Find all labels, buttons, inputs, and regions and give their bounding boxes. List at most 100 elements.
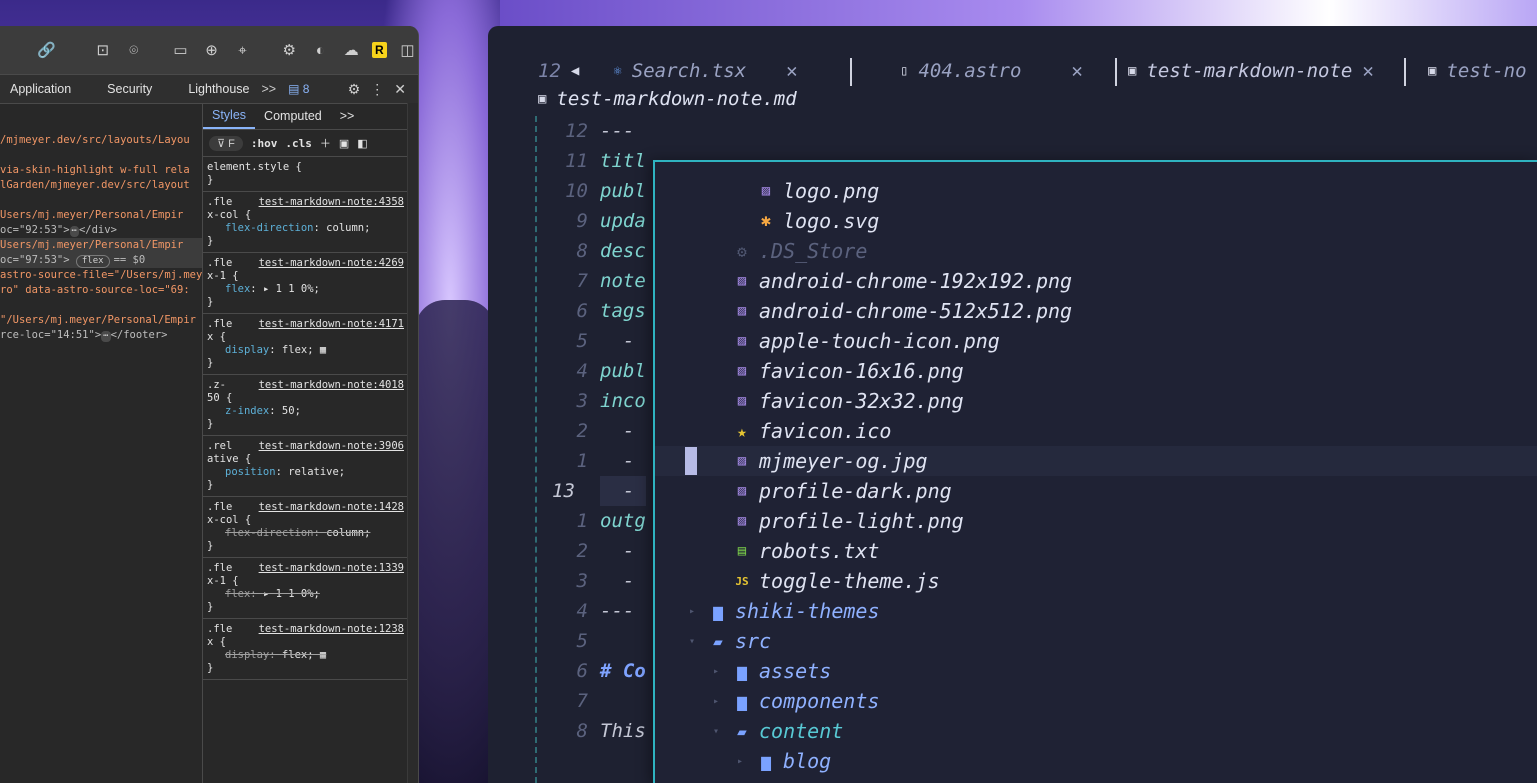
rule-source-link[interactable]: test-markdown-note:4018 (259, 379, 404, 392)
css-rule[interactable]: test-markdown-note:4171 .fle x {display: … (203, 314, 408, 375)
close-tab-icon[interactable]: ✕ (1071, 60, 1082, 82)
css-declaration[interactable]: position: relative; (207, 466, 404, 479)
dom-node-line[interactable] (0, 193, 202, 208)
tree-folder[interactable]: ▸ ▆ blog (655, 746, 1537, 776)
code-line[interactable]: # Co (600, 656, 646, 686)
messages-badge[interactable]: ▤ 8 (288, 82, 309, 96)
tree-file[interactable]: ▨ favicon-16x16.png (655, 356, 1537, 386)
flex-badge[interactable]: flex (75, 255, 110, 268)
dom-node-line[interactable] (0, 148, 202, 163)
tab-computed[interactable]: Computed (255, 103, 331, 129)
chevron-down-icon[interactable]: ▾ (709, 726, 723, 737)
camera-icon[interactable]: ⌾ (123, 39, 144, 61)
tree-file[interactable]: ⚙ .DS_Store (655, 236, 1537, 266)
sidebar-toggle-icon[interactable]: ◧ (357, 137, 367, 150)
globe-icon[interactable]: ⊕ (201, 39, 222, 61)
code-line[interactable] (600, 686, 646, 716)
tree-folder[interactable]: ▸ ▆ shiki-themes (655, 596, 1537, 626)
element-style-rule[interactable]: element.style { } (203, 157, 408, 192)
dom-node-line[interactable]: via-skin-highlight w-full rela (0, 163, 202, 178)
code-line[interactable] (600, 626, 646, 656)
code-line[interactable]: This (600, 716, 646, 746)
code-line[interactable]: upda (600, 206, 646, 236)
tab-test-markdown-note[interactable]: ▣ test-markdown-note ✕ (1128, 60, 1374, 82)
extension-icon[interactable]: ⚙ (279, 39, 300, 61)
code-line[interactable]: - (600, 326, 646, 356)
dom-node-line[interactable]: /mjmeyer.dev/src/layouts/Layou (0, 133, 202, 148)
rule-source-link[interactable]: test-markdown-note:1339 (259, 562, 404, 575)
code-line[interactable]: titl (600, 146, 646, 176)
chevron-down-icon[interactable]: ▾ (685, 636, 699, 647)
hov-toggle[interactable]: :hov (251, 137, 278, 150)
tab-search-tsx[interactable]: 12 ◀ ⚛ Search.tsx ✕ (538, 60, 798, 82)
rule-source-link[interactable]: test-markdown-note:1428 (259, 501, 404, 514)
ellipsis-icon[interactable]: ⋯ (69, 226, 79, 237)
code-line[interactable]: - (600, 446, 646, 476)
target-icon[interactable]: ⌖ (232, 39, 253, 61)
css-declaration[interactable]: display: flex; ▦ (207, 344, 404, 357)
tree-folder[interactable]: ▾ ▰ src (655, 626, 1537, 656)
tree-folder[interactable]: ▸ ▆ components (655, 686, 1537, 716)
dom-node-line[interactable]: "/Users/mj.meyer/Personal/Empir (0, 313, 202, 328)
code-line[interactable]: --- (600, 596, 646, 626)
css-rule[interactable]: test-markdown-note:4358 .fle x-col {flex-… (203, 192, 408, 253)
chevron-right-icon[interactable]: ▸ (709, 666, 723, 677)
dom-node-line[interactable]: lGarden/mjmeyer.dev/src/layout (0, 178, 202, 193)
css-rule[interactable]: test-markdown-note:3906 .rel ative {posit… (203, 436, 408, 497)
close-icon[interactable]: ✕ (394, 81, 406, 98)
tree-file[interactable]: ▨ profile-dark.png (655, 476, 1537, 506)
cls-toggle[interactable]: .cls (285, 137, 312, 150)
code-line[interactable]: publ (600, 176, 646, 206)
dom-node-line[interactable]: Users/mj.meyer/Personal/Empir (0, 208, 202, 223)
tab-lighthouse[interactable]: Lighthouse (178, 82, 259, 96)
dom-node-line[interactable] (0, 103, 202, 118)
cloud-icon[interactable]: ☁ (341, 39, 362, 61)
css-rule[interactable]: test-markdown-note:1339 .fle x-1 {flex: ▸… (203, 558, 408, 619)
rule-source-link[interactable]: test-markdown-note:4358 (259, 196, 404, 209)
dom-node-line[interactable]: Users/mj.meyer/Personal/Empir (0, 238, 202, 253)
css-rule[interactable]: test-markdown-note:1428 .fle x-col {flex-… (203, 497, 408, 558)
tab-security[interactable]: Security (97, 82, 162, 96)
tab-styles[interactable]: Styles (203, 103, 256, 129)
code-line[interactable]: tags (600, 296, 646, 326)
css-declaration[interactable]: flex: ▸ 1 1 0%; (207, 283, 404, 296)
more-tabs-button[interactable]: >> (261, 82, 276, 96)
css-declaration[interactable]: display: flex; ▦ (207, 649, 404, 662)
chevron-right-icon[interactable]: ▸ (685, 606, 699, 617)
dom-node-line[interactable] (0, 298, 202, 313)
css-rule[interactable]: test-markdown-note:1238 .fle x {display: … (203, 619, 408, 680)
more-panels-button[interactable]: >> (331, 103, 364, 129)
tab-application[interactable]: Application (0, 82, 81, 96)
chevron-right-icon[interactable]: ▸ (709, 696, 723, 707)
css-rule[interactable]: test-markdown-note:4018 .z- 50 {z-index: … (203, 375, 408, 436)
code-line[interactable]: - (600, 416, 646, 446)
code-line[interactable]: publ (600, 356, 646, 386)
css-declaration[interactable]: z-index: 50; (207, 405, 404, 418)
css-rule[interactable]: test-markdown-note:4269 .fle x-1 {flex: ▸… (203, 253, 408, 314)
tree-file[interactable]: ▨ logo.png (655, 176, 1537, 206)
devtools-scrollbar[interactable] (407, 103, 418, 783)
code-area[interactable]: --- titl publ upda desc note tags - publ inco - … (600, 116, 646, 746)
close-tab-icon[interactable]: ✕ (1362, 60, 1373, 82)
code-line[interactable]: --- (600, 116, 646, 146)
tree-file[interactable]: ▨ android-chrome-512x512.png (655, 296, 1537, 326)
console-icon[interactable]: ▭ (170, 39, 191, 61)
css-declaration[interactable]: flex-direction: column; (207, 222, 404, 235)
code-line[interactable]: - (600, 476, 646, 506)
split-icon[interactable]: ◫ (397, 39, 418, 61)
filter-input[interactable]: ⊽ F (209, 135, 243, 151)
css-declaration[interactable]: flex-direction: column; (207, 527, 404, 540)
settings-icon[interactable]: ⚙ (348, 81, 361, 98)
code-line[interactable]: inco (600, 386, 646, 416)
vue-icon[interactable]: ◐ (310, 39, 331, 61)
tree-file[interactable]: ▨ apple-touch-icon.png (655, 326, 1537, 356)
tree-file[interactable]: ▨ mjmeyer-og.jpg (655, 446, 1537, 476)
rule-source-link[interactable]: test-markdown-note:1238 (259, 623, 404, 636)
rule-source-link[interactable]: test-markdown-note:4269 (259, 257, 404, 270)
tree-file[interactable]: ▨ favicon-32x32.png (655, 386, 1537, 416)
tree-file[interactable]: ✱ logo.svg (655, 206, 1537, 236)
css-declaration[interactable]: flex: ▸ 1 1 0%; (207, 588, 404, 601)
tree-file[interactable]: ▨ profile-light.png (655, 506, 1537, 536)
tree-file[interactable]: ★ favicon.ico (655, 416, 1537, 446)
close-tab-icon[interactable]: ✕ (786, 60, 797, 82)
